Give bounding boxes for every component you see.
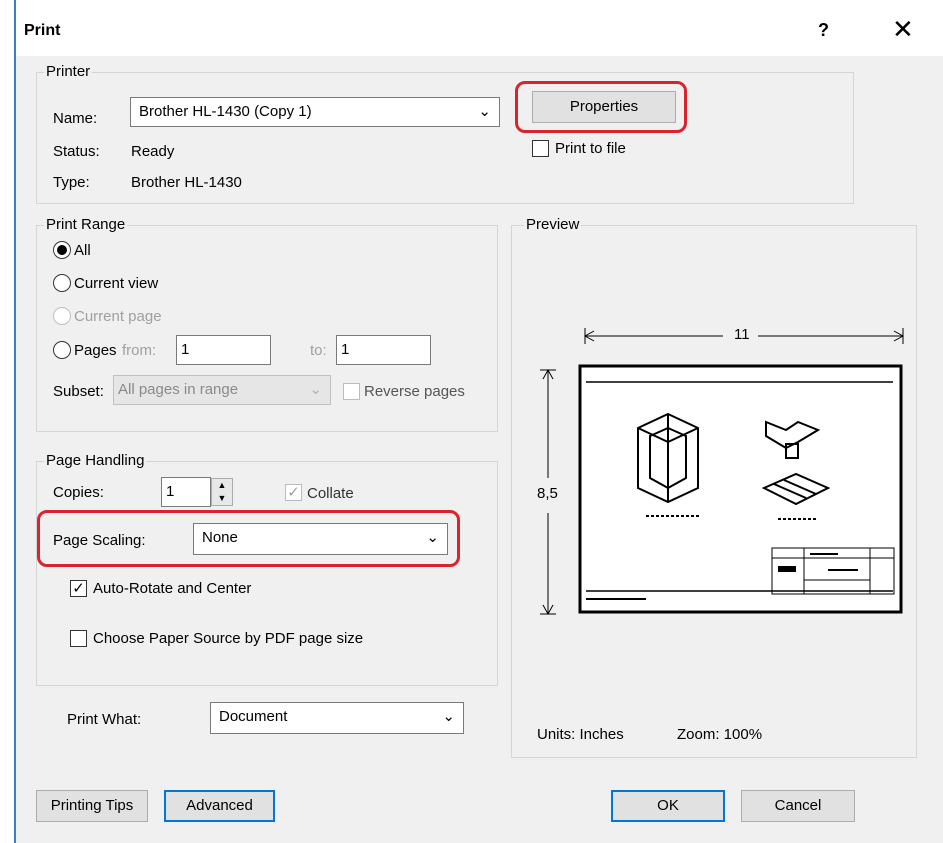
radio-current-view-label: Current view: [74, 275, 159, 292]
help-button[interactable]: ?: [818, 20, 829, 41]
printer-name-value: Brother HL-1430 (Copy 1): [139, 103, 312, 120]
reverse-pages-label: Reverse pages: [364, 383, 465, 400]
preview-width-label: 11: [730, 326, 754, 343]
printer-name-dropdown[interactable]: Brother HL-1430 (Copy 1) ⌄: [130, 97, 500, 127]
close-icon[interactable]: ✕: [892, 14, 914, 45]
dialog-title: Print: [24, 22, 61, 39]
page-handling-label: Page Handling: [44, 452, 147, 470]
page-scaling-value: None: [202, 529, 238, 546]
chevron-down-icon: ⌄: [442, 708, 455, 725]
chevron-down-icon[interactable]: ▼: [212, 492, 232, 505]
printer-status-value: Ready: [131, 143, 175, 160]
pages-to-label: to:: [310, 342, 327, 359]
radio-all[interactable]: [53, 241, 71, 259]
page-handling-group: [36, 461, 498, 686]
properties-button[interactable]: Properties: [532, 91, 676, 123]
chevron-down-icon: ⌄: [426, 529, 439, 546]
printer-group-label: Printer: [44, 63, 93, 81]
pages-from-input[interactable]: 1: [176, 335, 271, 365]
preview-label: Preview: [524, 216, 582, 234]
print-to-file-checkbox[interactable]: [532, 140, 549, 157]
page-scaling-dropdown[interactable]: None ⌄: [193, 523, 448, 555]
printer-type-value: Brother HL-1430: [131, 174, 242, 191]
radio-current-page: [53, 307, 71, 325]
auto-rotate-label: Auto-Rotate and Center: [93, 580, 252, 597]
units-label: Units: Inches: [537, 726, 624, 743]
printer-type-label: Type:: [53, 174, 90, 191]
preview-height-label: 8,5: [537, 485, 558, 502]
page-scaling-label: Page Scaling:: [53, 532, 146, 549]
print-to-file-label: Print to file: [555, 140, 626, 157]
chevron-up-icon[interactable]: ▲: [212, 479, 232, 492]
printer-status-label: Status:: [53, 143, 100, 160]
radio-current-view[interactable]: [53, 274, 71, 292]
ok-button[interactable]: OK: [611, 790, 725, 822]
subset-value: All pages in range: [118, 381, 239, 398]
copies-label: Copies:: [53, 484, 104, 501]
radio-pages[interactable]: [53, 341, 71, 359]
print-range-label: Print Range: [44, 216, 128, 234]
copies-stepper[interactable]: ▲ ▼: [211, 478, 233, 506]
print-what-dropdown[interactable]: Document ⌄: [210, 702, 464, 734]
radio-pages-label: Pages: [74, 342, 117, 359]
chevron-down-icon: ⌄: [478, 103, 491, 120]
print-what-label: Print What:: [67, 711, 142, 728]
preview-page-graphic: [540, 328, 905, 616]
collate-label: Collate: [307, 485, 354, 502]
pages-to-input[interactable]: 1: [336, 335, 431, 365]
title-bar: [16, 0, 943, 56]
printing-tips-button[interactable]: Printing Tips: [36, 790, 148, 822]
radio-current-page-label: Current page: [74, 308, 162, 325]
reverse-pages-checkbox: [343, 383, 360, 400]
collate-checkbox: ✓: [285, 484, 302, 501]
subset-dropdown: All pages in range ⌄: [113, 375, 331, 405]
auto-rotate-checkbox[interactable]: ✓: [70, 580, 87, 597]
print-what-value: Document: [219, 708, 288, 725]
zoom-label: Zoom: 100%: [677, 726, 763, 743]
cancel-button[interactable]: Cancel: [741, 790, 855, 822]
copies-input[interactable]: 1: [161, 477, 211, 507]
paper-source-label: Choose Paper Source by PDF page size: [93, 630, 364, 647]
printer-name-label: Name:: [53, 110, 98, 127]
advanced-button[interactable]: Advanced: [164, 790, 275, 822]
paper-source-checkbox[interactable]: [70, 630, 87, 647]
pages-from-label: from:: [122, 342, 157, 359]
chevron-down-icon: ⌄: [309, 381, 322, 398]
radio-all-label: All: [74, 242, 91, 259]
subset-label: Subset:: [53, 383, 104, 400]
